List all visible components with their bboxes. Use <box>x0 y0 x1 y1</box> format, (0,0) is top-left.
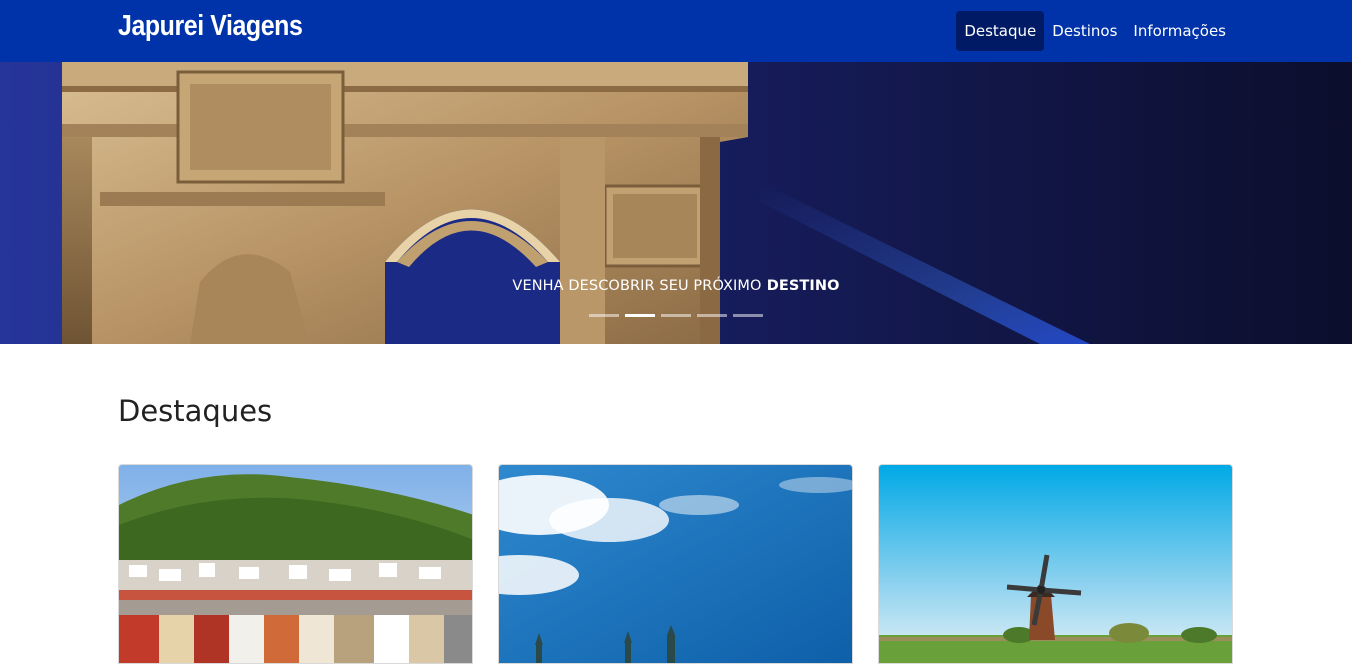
nav-item-informacoes[interactable]: Informações <box>1125 11 1234 51</box>
destination-card-2[interactable] <box>498 464 853 664</box>
carousel-indicator-4[interactable] <box>697 314 727 317</box>
carousel-indicator-1[interactable] <box>589 314 619 317</box>
carousel-indicator-5[interactable] <box>733 314 763 317</box>
nav-item-destaque[interactable]: Destaque <box>956 11 1045 51</box>
hero-caption-text: VENHA DESCOBRIR SEU PRÓXIMO <box>512 278 762 294</box>
destination-card-1[interactable] <box>118 464 473 664</box>
bergen-image <box>119 465 472 663</box>
city-spires-image <box>499 465 852 663</box>
destination-card-3[interactable] <box>878 464 1233 664</box>
nav-menu: Destaque Destinos Informações <box>956 11 1234 51</box>
section-title: Destaques <box>118 394 273 428</box>
brand-logo[interactable]: Japurei Viagens <box>118 10 303 43</box>
windmill-image <box>879 465 1232 663</box>
carousel-indicator-3[interactable] <box>661 314 691 317</box>
hero-caption-highlight: DESTINO <box>766 278 840 294</box>
carousel-indicators <box>589 314 763 317</box>
nav-item-destinos[interactable]: Destinos <box>1044 11 1125 51</box>
hero-carousel[interactable]: VENHA DESCOBRIR SEU PRÓXIMO DESTINO <box>0 62 1352 344</box>
arc-de-triomphe-image <box>0 62 1352 344</box>
hero-caption: VENHA DESCOBRIR SEU PRÓXIMO DESTINO <box>0 278 1352 294</box>
navbar: Japurei Viagens Destaque Destinos Inform… <box>0 0 1352 62</box>
carousel-indicator-2[interactable] <box>625 314 655 317</box>
